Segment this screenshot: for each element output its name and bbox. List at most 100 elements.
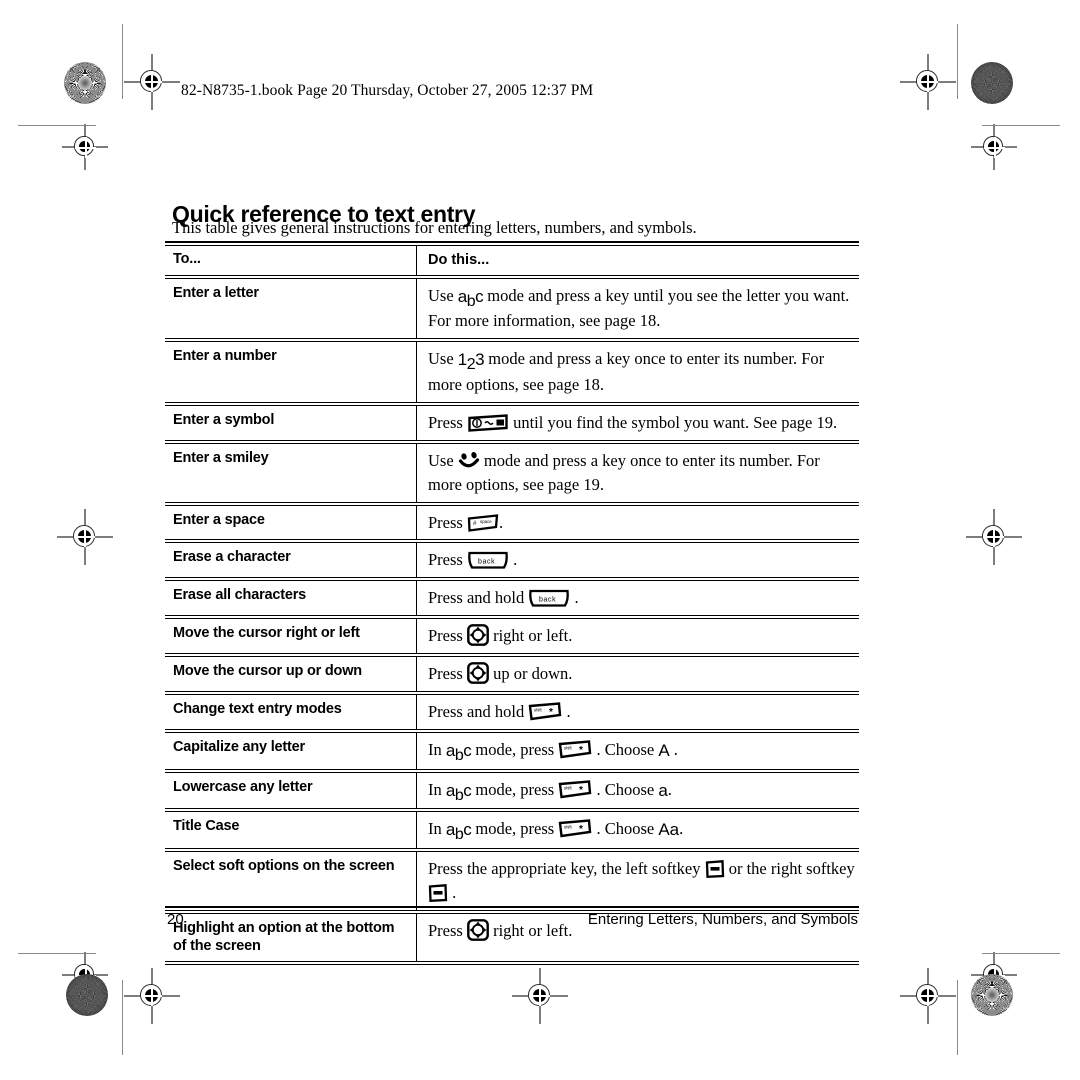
svg-text:shift: shift [564, 746, 573, 751]
text-entry-mode-glyph: abc [445, 780, 472, 804]
column-divider [416, 543, 418, 578]
table-row: Move the cursor up or down Press up or do… [165, 657, 859, 692]
density-patch-top-right [971, 62, 1013, 104]
print-header-stamp: 82-N8735-1.book Page 20 Thursday, Octobe… [181, 82, 594, 99]
table-row: Enter a number Use 123 mode and press a k… [165, 342, 859, 402]
back-key-icon: back [528, 589, 570, 608]
row-label-to: Capitalize any letter [173, 739, 305, 756]
crosshair-registration-mark-bottom-center [512, 968, 568, 1024]
crosshair-registration-mark-middle-left [57, 509, 113, 565]
footer-page-number: 20 [167, 911, 184, 928]
column-divider [416, 405, 418, 440]
column-divider [416, 619, 418, 654]
crosshair-registration-mark-top-left [124, 54, 180, 110]
svg-text:*: * [549, 707, 553, 718]
column-divider [416, 245, 418, 275]
table-bottom-rule [165, 963, 859, 965]
row-instruction-do-this: Press the appropriate key, the left soft… [428, 858, 855, 903]
row-label-to: Enter a symbol [173, 411, 275, 428]
column-header-to: To... [173, 250, 201, 267]
navigation-key-icon [467, 662, 489, 685]
row-instruction-do-this: Press and hold back . [428, 588, 579, 608]
column-divider [416, 581, 418, 616]
row-label-to: Select soft options on the screen [173, 857, 395, 874]
shift-key-icon: shift * [558, 779, 592, 800]
text-entry-mode-glyph: abc [457, 286, 484, 310]
trim-line-top-right-vertical [957, 24, 959, 99]
row-label-to: Enter a number [173, 348, 277, 365]
navigation-key-icon [467, 918, 489, 941]
crosshair-registration-mark-upper-right [971, 124, 1017, 170]
column-divider [416, 443, 418, 502]
table-row: Enter a space Press # space . [165, 505, 859, 540]
symbol-key-icon [467, 413, 509, 433]
shift-key-icon: shift * [558, 740, 592, 760]
text-entry-mode-glyph: 123 [457, 350, 485, 374]
row-instruction-do-this: Press # space . [428, 512, 504, 533]
table-body: Enter a letter Use abc mode and press a k… [165, 278, 859, 964]
case-option-glyph: a [658, 780, 668, 800]
svg-text:shift: shift [534, 708, 543, 713]
table-row: Enter a smiley Use mode and press a key o… [165, 443, 859, 502]
row-instruction-do-this: In abc mode, press shift * . Choose a. [428, 779, 672, 804]
column-divider [416, 695, 418, 730]
column-header-do-this: Do this... [428, 251, 490, 268]
starburst-registration-mark-top-left [64, 62, 106, 104]
row-label-to: Move the cursor right or left [173, 625, 360, 642]
table-row: Change text entry modes Press and hold sh… [165, 695, 859, 730]
row-label-to: Move the cursor up or down [173, 663, 362, 680]
crosshair-registration-mark-upper-left [62, 124, 108, 170]
row-instruction-do-this: In abc mode, press shift * . Choose A . [428, 740, 678, 765]
back-key-icon: back [467, 551, 509, 570]
document-page: 82-N8735-1.book Page 20 Thursday, Octobe… [0, 0, 1080, 1080]
svg-text:shift: shift [564, 825, 573, 830]
column-divider [416, 812, 418, 848]
shift-key-icon: shift * [558, 819, 592, 839]
column-divider [416, 657, 418, 692]
table-row: Enter a letter Use abc mode and press a k… [165, 278, 859, 339]
table-header-row: To... Do this... [165, 245, 859, 275]
text-entry-mode-glyph: abc [445, 820, 472, 844]
row-label-to: Change text entry modes [173, 701, 342, 718]
column-divider [416, 913, 418, 961]
column-divider [416, 851, 418, 910]
svg-text:back: back [539, 597, 556, 604]
row-label-to: Erase all characters [173, 587, 307, 604]
shift-key-icon: shift * [528, 702, 562, 722]
row-label-to: Enter a smiley [173, 449, 269, 466]
text-entry-mode-glyph: abc [445, 741, 472, 765]
row-instruction-do-this: Press up or down. [428, 662, 573, 685]
row-label-to: Enter a letter [173, 284, 259, 301]
row-instruction-do-this: In abc mode, press shift * . Choose Aa. [428, 819, 684, 844]
svg-text:shift: shift [564, 785, 573, 790]
trim-line-bottom-right-vertical [957, 980, 959, 1055]
starburst-registration-mark-bottom-right [971, 974, 1013, 1016]
case-option-glyph: A [658, 741, 670, 761]
crosshair-registration-mark-middle-right [966, 509, 1022, 565]
column-divider [416, 733, 418, 769]
row-label-to: Highlight an option at the bottom of the… [173, 919, 395, 955]
svg-text:space: space [480, 519, 492, 524]
svg-text:*: * [579, 785, 583, 796]
column-divider [416, 505, 418, 540]
svg-text:*: * [579, 824, 583, 835]
footer-section-title: Entering Letters, Numbers, and Symbols [587, 911, 858, 928]
smiley-icon [458, 451, 480, 471]
table-row: Select soft options on the screen Press t… [165, 851, 859, 910]
row-instruction-do-this: Use abc mode and press a key until you s… [428, 285, 850, 331]
row-label-to: Erase a character [173, 549, 291, 566]
row-instruction-do-this: Use 123 mode and press a key once to ent… [428, 349, 825, 394]
table-row: Capitalize any letter In abc mode, press … [165, 733, 859, 769]
footer-rule [165, 906, 859, 908]
right-softkey-icon [428, 883, 448, 903]
row-label-to: Enter a space [173, 511, 265, 528]
space-key-icon: # space [467, 513, 499, 533]
row-label-to: Title Case [173, 818, 240, 835]
table-row: Move the cursor right or left Press right… [165, 619, 859, 654]
row-instruction-do-this: Press and hold shift * . [428, 702, 571, 722]
crosshair-registration-mark-bottom-right [900, 968, 956, 1024]
left-softkey-icon [705, 860, 725, 879]
svg-text:*: * [579, 745, 583, 756]
row-instruction-do-this: Press until you find the symbol you want… [428, 412, 838, 433]
table-row: Erase a character Press back . [165, 543, 859, 578]
